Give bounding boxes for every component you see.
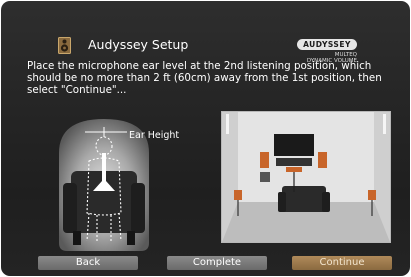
brand-name: AUDYSSEY xyxy=(297,39,357,50)
ear-height-label: Ear Height xyxy=(129,130,180,141)
complete-button[interactable]: Complete xyxy=(167,256,267,270)
page-title: Audyssey Setup xyxy=(88,37,189,52)
setup-screen: Audyssey Setup AUDYSSEY MULTEQ DYNAMIC V… xyxy=(1,1,410,276)
speaker-icon xyxy=(58,37,71,54)
room-drawing xyxy=(222,112,390,242)
instruction-text: Place the microphone ear level at the 2n… xyxy=(27,60,382,96)
continue-button[interactable]: Continue xyxy=(292,256,392,270)
back-button[interactable]: Back xyxy=(38,256,138,270)
room-illustration xyxy=(221,111,391,243)
